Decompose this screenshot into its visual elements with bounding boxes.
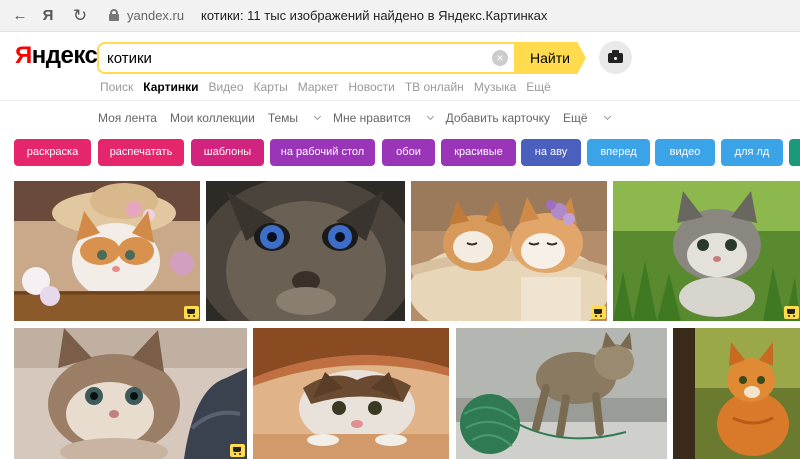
tag-chip[interactable]: распечатать [98,139,184,166]
tag-chip[interactable]: шаблоны [191,139,264,166]
service-search[interactable]: Поиск [100,80,133,94]
kitten-fluffy-image [14,328,247,459]
service-video[interactable]: Видео [208,80,243,94]
reload-icon[interactable]: ↻ [70,6,90,26]
divider [0,100,800,101]
cat-under-paper-image [253,328,449,459]
tag-chip[interactable]: вперед [587,139,650,166]
service-more[interactable]: Ещё [526,80,551,94]
services-nav: Поиск Картинки Видео Карты Маркет Новости ТВ о… [100,80,561,94]
tag-chip[interactable]: на аву [521,139,581,166]
image-thumbnail[interactable] [14,328,247,459]
search-input[interactable] [107,48,487,68]
service-news[interactable]: Новости [348,80,394,94]
service-images[interactable]: Картинки [143,80,198,94]
shopping-cart-icon[interactable] [591,306,606,319]
image-thumbnail[interactable] [253,328,449,459]
likes-dropdown[interactable]: Мне нравится [333,111,434,125]
address-bar-page-title[interactable]: котики: 11 тыс изображений найдено в Янд… [201,8,547,23]
find-button[interactable]: Найти [514,42,586,74]
back-arrow-icon[interactable]: ← [10,6,30,26]
shopping-cart-icon[interactable] [230,444,245,457]
themes-dropdown[interactable]: Темы [268,111,322,125]
my-feed-link[interactable]: Моя лента [98,111,157,125]
add-card-link[interactable]: Добавить карточку [446,111,550,125]
chevron-down-icon [314,112,322,121]
chevron-down-icon [426,112,434,121]
tag-chip[interactable]: на рабочий стол [270,139,375,166]
shopping-cart-icon[interactable] [184,306,199,319]
my-collections-link[interactable]: Мои коллекции [170,111,255,125]
camera-icon[interactable] [599,41,632,74]
images-subnav: Моя лента Мои коллекции Темы Мне нравится До… [98,111,623,125]
image-thumbnail[interactable] [673,328,800,459]
shopping-cart-icon[interactable] [784,306,799,319]
tag-chip[interactable]: красивые [441,139,516,166]
browser-toolbar: ← Я ↻ yandex.ru котики: 11 тыс изображен… [0,0,800,32]
image-thumbnail[interactable] [206,181,405,321]
cat-blue-eyes-image [206,181,405,321]
service-tv[interactable]: ТВ онлайн [405,80,464,94]
image-thumbnail[interactable] [411,181,607,321]
lock-icon [109,9,119,21]
search-box[interactable]: × [97,42,516,74]
service-music[interactable]: Музыка [474,80,516,94]
service-maps[interactable]: Карты [254,80,288,94]
yandex-logo[interactable]: Яндекс [15,42,98,70]
kitten-grass-image [613,181,800,321]
kitten-hat-image [14,181,200,321]
image-thumbnail[interactable] [456,328,667,459]
tag-chip[interactable]: обои [382,139,435,166]
clear-icon[interactable]: × [492,50,508,66]
tag-chip[interactable] [789,139,800,166]
address-bar-url[interactable]: yandex.ru [127,8,184,23]
more-dropdown[interactable]: Ещё [563,111,611,125]
kitten-yarn-image [456,328,667,459]
chevron-down-icon [603,112,611,121]
tag-chip[interactable]: видео [655,139,715,166]
ginger-cat-image [673,328,800,459]
image-thumbnail[interactable] [14,181,200,321]
image-thumbnail[interactable] [613,181,800,321]
tag-chip[interactable]: раскраска [14,139,91,166]
yandex-browser-icon[interactable]: Я [38,6,58,26]
tag-chip[interactable]: для лд [721,139,783,166]
service-market[interactable]: Маркет [298,80,339,94]
kittens-sleeping-image [411,181,607,321]
